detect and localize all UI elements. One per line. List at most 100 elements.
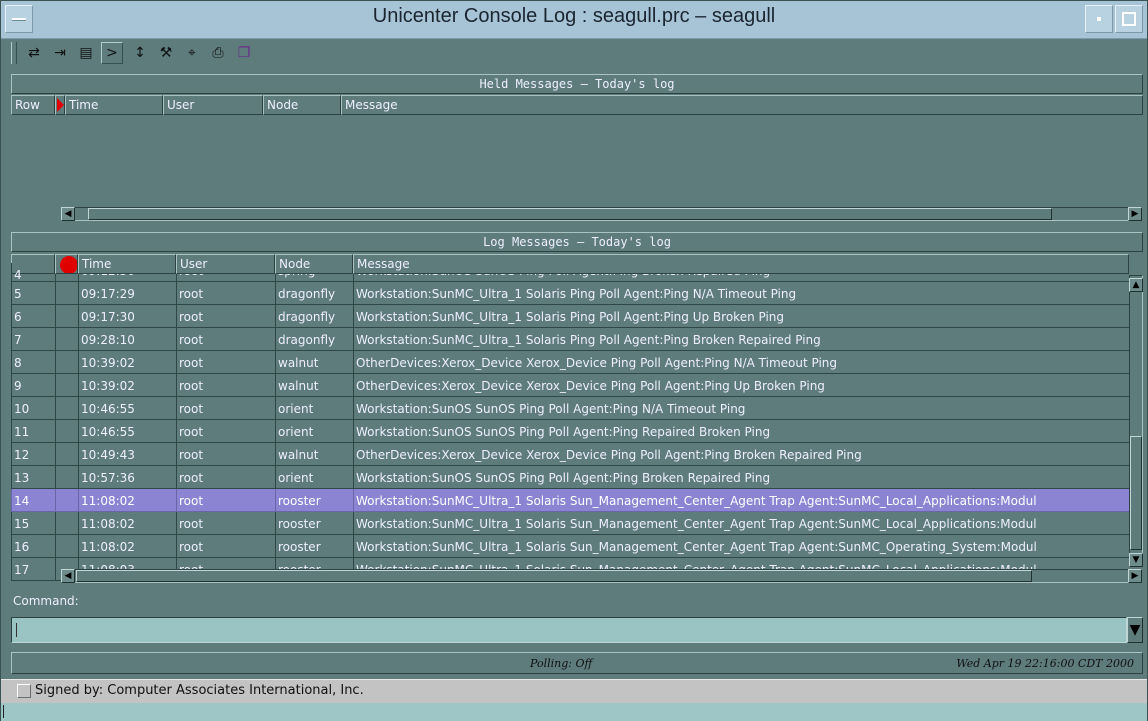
row-user: root [176, 466, 275, 489]
toolbar: ⇄ ⇥ ▤ > ↕ ⚒ ⌖ ⎙ ❐ [11, 41, 1141, 65]
row-marker [55, 274, 78, 282]
row-number: 8 [11, 351, 55, 374]
row-time: 10:39:02 [78, 351, 176, 374]
table-row[interactable]: 13 10:57:36 root orient Workstation:SunOS Su… [11, 466, 1129, 489]
row-time: 09:12:50 [78, 274, 176, 282]
row-user: root [176, 535, 275, 558]
row-user: root [176, 274, 275, 282]
row-number: 9 [11, 374, 55, 397]
log-marker-col [55, 254, 78, 274]
row-marker [55, 374, 78, 397]
print-icon[interactable]: ⎙ [207, 42, 229, 64]
minimize-button[interactable] [1085, 5, 1113, 33]
row-time: 11:08:02 [78, 512, 176, 535]
row-marker [55, 466, 78, 489]
held-hscroll[interactable]: ◀ [61, 207, 1131, 221]
row-number: 11 [11, 420, 55, 443]
table-row[interactable]: 5 09:17:29 root dragonfly Workstation:SunMC_… [11, 282, 1129, 305]
row-user: root [176, 282, 275, 305]
row-node: spring [275, 274, 353, 282]
log-col-user[interactable]: User [176, 254, 275, 274]
refresh-icon[interactable]: ⇄ [23, 42, 45, 64]
console-window: Unicenter Console Log : seagull.prc – se… [0, 0, 1148, 721]
row-message: Workstation:SunMC_Ultra_1 Solaris Sun_Ma… [353, 512, 1129, 535]
scroll-down-icon[interactable]: ▼ [1129, 553, 1143, 567]
status-strip [1, 703, 1147, 721]
table-row[interactable]: 11 10:46:55 root orient Workstation:SunOS Su… [11, 420, 1129, 443]
table-icon[interactable]: ▤ [75, 42, 97, 64]
held-col-node[interactable]: Node [263, 95, 341, 115]
held-col-time[interactable]: Time [65, 95, 163, 115]
table-row[interactable]: 8 10:39:02 root walnut OtherDevices:Xerox_De… [11, 351, 1129, 374]
scroll-right-icon[interactable]: ▶ [1128, 207, 1142, 221]
table-row[interactable]: 7 09:28:10 root dragonfly Workstation:SunMC_… [11, 328, 1129, 351]
polling-status: Polling: Off [530, 657, 593, 670]
log-hscroll[interactable]: ◀ [61, 569, 1131, 583]
maximize-button[interactable] [1115, 5, 1143, 33]
row-node: orient [275, 420, 353, 443]
export-icon[interactable]: ⇥ [49, 42, 71, 64]
row-number: 14 [11, 489, 55, 512]
partial-row-clip: 4 09:12:50 root spring Workstation:SunOS… [11, 274, 1129, 282]
table-row[interactable]: 15 11:08:02 root rooster Workstation:SunMC_U… [11, 512, 1129, 535]
table-row[interactable]: 12 10:49:43 root walnut OtherDevices:Xerox_D… [11, 443, 1129, 466]
held-hscroll-thumb[interactable] [88, 208, 1052, 220]
held-col-row[interactable]: Row [11, 95, 55, 115]
row-time: 11:08:02 [78, 535, 176, 558]
log-vscroll-thumb[interactable] [1130, 436, 1142, 550]
row-time: 09:28:10 [78, 328, 176, 351]
row-node: walnut [275, 443, 353, 466]
find-icon[interactable]: ⌖ [181, 42, 203, 64]
row-number: 6 [11, 305, 55, 328]
book-icon[interactable]: ❐ [233, 42, 255, 64]
held-marker-col [55, 95, 65, 115]
row-number: 13 [11, 466, 55, 489]
table-row[interactable]: 16 11:08:02 root rooster Workstation:SunMC_U… [11, 535, 1129, 558]
row-time: 10:57:36 [78, 466, 176, 489]
row-marker [55, 397, 78, 420]
log-hscroll-thumb[interactable] [76, 570, 1032, 582]
log-col-node[interactable]: Node [275, 254, 353, 274]
scroll-left-icon[interactable]: ◀ [61, 207, 75, 221]
row-node: dragonfly [275, 282, 353, 305]
row-marker [55, 351, 78, 374]
row-node: orient [275, 397, 353, 420]
table-row[interactable]: 14 11:08:02 root rooster Workstation:SunMC_U… [11, 489, 1129, 512]
signed-by-text: Signed by: Computer Associates Internati… [35, 683, 364, 698]
row-number: 7 [11, 328, 55, 351]
row-marker [55, 512, 78, 535]
log-vscroll[interactable]: ▲ ▼ [1129, 275, 1143, 567]
row-marker [55, 420, 78, 443]
held-col-user[interactable]: User [163, 95, 263, 115]
status-bar: Polling: Off Wed Apr 19 22:16:00 CDT 200… [11, 652, 1143, 674]
next-icon[interactable]: > [101, 42, 123, 64]
row-message: Workstation:SunOS SunOS Ping Poll Agent:… [353, 274, 1129, 282]
toolbar-grip[interactable] [11, 42, 17, 64]
table-row[interactable]: 6 09:17:30 root dragonfly Workstation:SunMC_… [11, 305, 1129, 328]
row-node: orient [275, 466, 353, 489]
row-marker [55, 535, 78, 558]
held-messages-header: Held Messages – Today's log [11, 74, 1143, 94]
table-row[interactable]: 9 10:39:02 root walnut OtherDevices:Xerox_De… [11, 374, 1129, 397]
red-flag-icon [57, 98, 64, 112]
row-message: OtherDevices:Xerox_Device Xerox_Device P… [353, 374, 1129, 397]
row-time: 10:49:43 [78, 443, 176, 466]
row-node: rooster [275, 535, 353, 558]
log-col-message[interactable]: Message [353, 254, 1129, 274]
command-history-dropdown[interactable]: ▼ [1127, 617, 1143, 643]
text-caret [16, 623, 17, 637]
row-user: root [176, 489, 275, 512]
table-row[interactable]: 10 10:46:55 root orient Workstation:SunOS Su… [11, 397, 1129, 420]
signature-bar: Signed by: Computer Associates Internati… [1, 679, 1147, 704]
row-user: root [176, 420, 275, 443]
command-input[interactable] [11, 617, 1127, 643]
table-row[interactable]: 4 09:12:50 root spring Workstation:SunOS… [11, 274, 1129, 282]
signature-checkbox[interactable] [17, 684, 31, 698]
scroll-left-icon[interactable]: ◀ [61, 569, 75, 583]
log-col-time[interactable]: Time [78, 254, 176, 274]
held-col-message[interactable]: Message [341, 95, 1143, 115]
scroll-right-icon[interactable]: ▶ [1128, 569, 1142, 583]
tools-icon[interactable]: ⚒ [155, 42, 177, 64]
sort-icon[interactable]: ↕ [129, 42, 151, 64]
scroll-up-icon[interactable]: ▲ [1129, 278, 1143, 292]
